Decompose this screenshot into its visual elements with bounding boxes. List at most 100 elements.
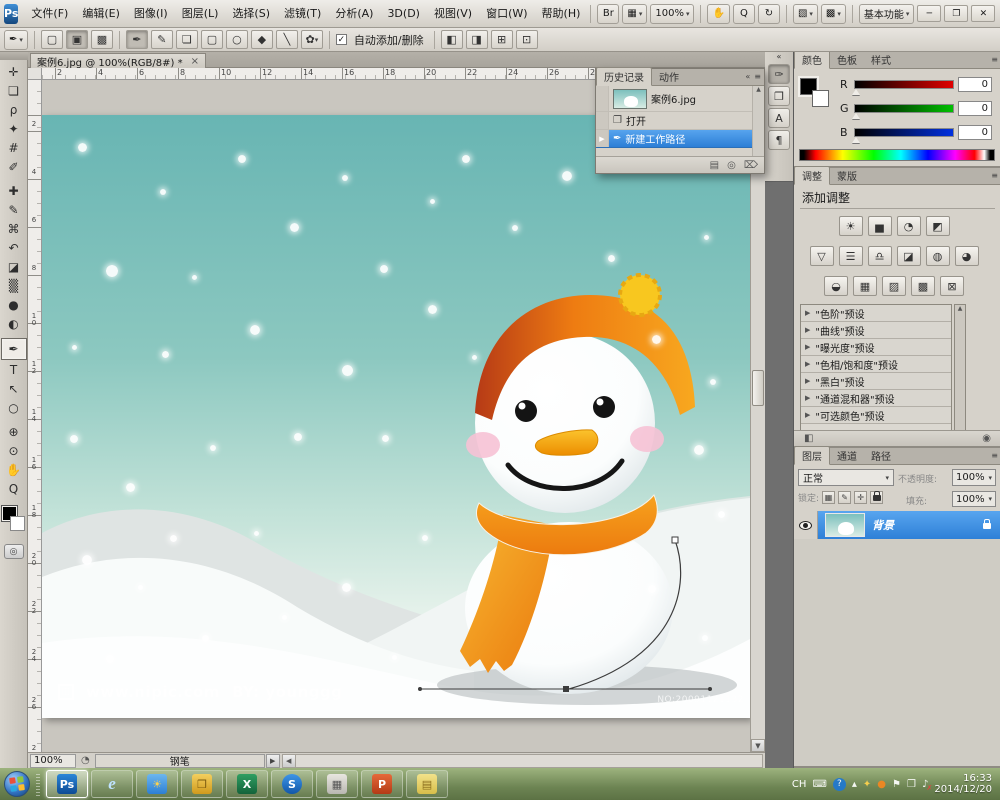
panel-menu-icon[interactable]: ≡ <box>991 171 998 180</box>
shape-layers-mode-button[interactable]: ▢ <box>40 30 63 49</box>
close-tab-icon[interactable]: × <box>191 56 199 67</box>
hue-saturation-icon[interactable]: ☰ <box>838 246 863 266</box>
taskbar-printer-button[interactable]: ▦ <box>316 770 358 798</box>
tab-adjustments[interactable]: 调整 <box>794 166 830 185</box>
levels-presets-row[interactable]: ▶ "色阶"预设 <box>801 305 951 322</box>
blend-mode-dropdown[interactable]: 正常 ▾ <box>798 469 894 486</box>
hand-tool[interactable]: ✋ <box>2 460 26 479</box>
keyboard-icon[interactable]: ⌨ <box>812 779 826 790</box>
type-tool[interactable]: T <box>2 360 26 379</box>
rotate-view-button[interactable]: ↻ <box>757 3 780 24</box>
help-tray-icon[interactable]: ? <box>832 777 846 791</box>
3d-rotate-tool[interactable]: ⊕ <box>2 422 26 441</box>
path-op-subtract-button[interactable]: ◨ <box>465 30 488 49</box>
custom-shape-option-button[interactable]: ✿ ▾ <box>300 30 323 49</box>
paragraph-panel-button[interactable]: ¶ <box>768 130 790 150</box>
show-hidden-icons[interactable]: ▴ <box>852 779 857 790</box>
expand-arrow-icon[interactable]: ▶ <box>805 326 810 334</box>
view-extras-button[interactable]: ▦ ▾ <box>622 3 648 24</box>
preset-scrollbar[interactable]: ▲ <box>954 304 966 431</box>
history-brush-source-cell[interactable] <box>596 86 609 111</box>
start-button[interactable] <box>4 771 30 797</box>
channel-mixer-icon[interactable]: ◕ <box>954 246 979 266</box>
photo-filter-icon[interactable]: ◍ <box>925 246 950 266</box>
tab-actions[interactable]: 动作 <box>652 68 686 85</box>
menu-analysis[interactable]: 分析(A) <box>328 0 380 28</box>
path-selection-tool[interactable]: ↖ <box>2 379 26 398</box>
gradient-tool[interactable]: ▒ <box>2 276 26 295</box>
clone-source-panel-button[interactable]: ❐ <box>768 86 790 106</box>
zoom-percentage-field[interactable]: 100% <box>30 753 76 768</box>
3d-orbit-tool[interactable]: ⊙ <box>2 441 26 460</box>
quick-mask-button[interactable]: ◎ <box>3 544 24 559</box>
invert-icon[interactable]: ◒ <box>824 276 848 296</box>
menu-file[interactable]: 文件(F) <box>24 0 75 28</box>
menu-help[interactable]: 帮助(H) <box>535 0 588 28</box>
lasso-tool[interactable]: ρ <box>2 100 26 119</box>
menu-select[interactable]: 选择(S) <box>225 0 277 28</box>
marquee-tool[interactable]: ❏ <box>2 81 26 100</box>
expand-arrow-icon[interactable]: ▶ <box>805 343 810 351</box>
expand-arrow-icon[interactable]: ▶ <box>805 394 810 402</box>
pen-tool[interactable]: ✒ <box>0 338 27 360</box>
red-slider[interactable] <box>852 79 954 95</box>
tab-styles[interactable]: 样式 <box>864 51 898 68</box>
history-scrollbar[interactable]: ▲ <box>752 86 764 156</box>
blue-slider[interactable] <box>852 127 954 143</box>
opacity-field[interactable]: 100% ▾ <box>952 469 996 486</box>
slider-handle[interactable] <box>852 136 860 143</box>
lock-position-button[interactable]: ✛ <box>854 491 868 504</box>
blue-value-field[interactable]: 0 <box>958 124 992 140</box>
tab-masks[interactable]: 蒙版 <box>830 167 864 184</box>
exposure-icon[interactable]: ◩ <box>925 216 950 236</box>
blur-tool[interactable]: ● <box>2 295 26 314</box>
taskbar-files-button[interactable]: ❒ <box>181 770 223 798</box>
brightness-contrast-icon[interactable]: ☀ <box>838 216 863 236</box>
healing-brush-tool[interactable]: ✚ <box>2 181 26 200</box>
tab-paths[interactable]: 路径 <box>864 447 898 464</box>
gradient-map-icon[interactable]: ▩ <box>911 276 935 296</box>
status-expand-icon[interactable]: ▶ <box>265 753 280 768</box>
screen-mode-button[interactable]: ▧ ▾ <box>792 3 818 24</box>
tab-color[interactable]: 颜色 <box>794 50 830 69</box>
taskbar-powerpoint-button[interactable]: P <box>361 770 403 798</box>
expand-panels-icon[interactable]: « <box>765 52 793 62</box>
green-value-field[interactable]: 0 <box>958 100 992 116</box>
character-panel-button[interactable]: A <box>768 108 790 128</box>
arrange-documents-button[interactable]: ▩ ▾ <box>820 3 846 24</box>
zoom-tool-button[interactable]: Q <box>732 3 755 24</box>
menu-layer[interactable]: 图层(L) <box>175 0 226 28</box>
curves-icon[interactable]: ◔ <box>896 216 921 236</box>
eraser-tool[interactable]: ◪ <box>2 257 26 276</box>
layer-name[interactable]: 背景 <box>872 517 983 533</box>
taskbar-clock[interactable]: 16:33 2014/12/20 <box>934 773 992 795</box>
lock-image-pixels-button[interactable]: ✎ <box>838 491 852 504</box>
black-white-icon[interactable]: ◪ <box>896 246 921 266</box>
quick-selection-tool[interactable]: ✦ <box>2 119 26 138</box>
line-option-button[interactable]: ╲ <box>275 30 298 49</box>
tool-preset-picker[interactable]: ✒ ▾ <box>4 29 28 50</box>
black-white-presets-row[interactable]: ▶ "黑白"预设 <box>801 373 951 390</box>
history-state-pointer[interactable]: ▶ <box>596 130 609 147</box>
update-tray-icon[interactable]: ● <box>877 779 886 790</box>
hue-saturation-presets-row[interactable]: ▶ "色相/饱和度"预设 <box>801 356 951 373</box>
path-op-intersect-button[interactable]: ⊞ <box>490 30 513 49</box>
crop-tool[interactable]: # <box>2 138 26 157</box>
taskbar-excel-button[interactable]: X <box>226 770 268 798</box>
lock-all-button[interactable] <box>870 490 884 504</box>
tab-layers[interactable]: 图层 <box>794 446 830 465</box>
fill-pixels-mode-button[interactable]: ▩ <box>90 30 113 49</box>
expand-arrow-icon[interactable]: ▶ <box>805 360 810 368</box>
expand-arrow-icon[interactable]: ▶ <box>805 411 810 419</box>
taskbar-notes-button[interactable]: ▤ <box>406 770 448 798</box>
tab-channels[interactable]: 通道 <box>830 447 864 464</box>
lock-transparent-pixels-button[interactable]: ▦ <box>822 491 836 504</box>
fill-field[interactable]: 100% ▾ <box>952 491 996 507</box>
taskbar-weather-button[interactable]: ☀ <box>136 770 178 798</box>
exposure-presets-row[interactable]: ▶ "曝光度"预设 <box>801 339 951 356</box>
curves-presets-row[interactable]: ▶ "曲线"预设 <box>801 322 951 339</box>
slider-handle[interactable] <box>852 112 860 119</box>
menu-edit[interactable]: 编辑(E) <box>75 0 127 28</box>
delete-state-icon[interactable]: ⌦ <box>744 160 758 171</box>
dodge-tool[interactable]: ◐ <box>2 314 26 333</box>
